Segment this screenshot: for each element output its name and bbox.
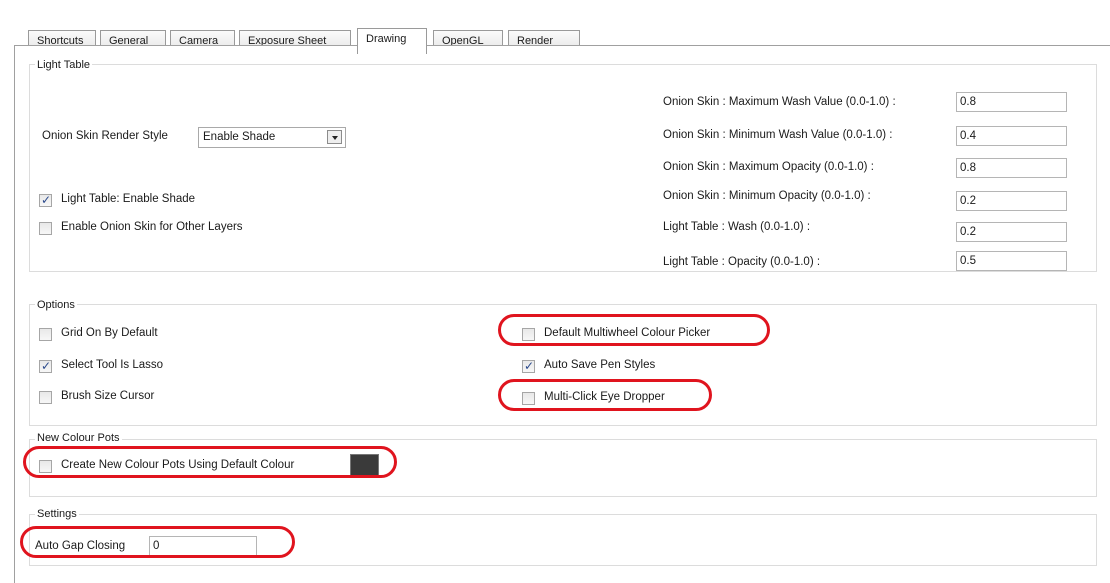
render-style-label: Onion Skin Render Style [42,130,168,142]
enable-shade-label: Light Table: Enable Shade [61,193,196,205]
colour-pots-title: New Colour Pots [35,432,122,444]
select-lasso-checkbox[interactable]: ✓ [39,359,52,373]
max-opacity-input[interactable]: 0.8 [956,158,1067,178]
max-wash-label: Onion Skin : Maximum Wash Value (0.0-1.0… [663,96,896,108]
light-table-group [29,64,1097,272]
tab-drawing[interactable]: Drawing [357,28,427,54]
check-mark-icon: ✓ [41,193,52,207]
highlight-colour-pots [23,446,397,478]
auto-save-pen-checkbox[interactable]: ✓ [522,359,535,373]
brush-size-cursor-checkbox[interactable] [39,391,52,404]
grid-on-checkbox[interactable] [39,328,52,341]
drawing-tab-panel: Light Table Onion Skin Render Style Enab… [14,45,1110,583]
highlight-multiwheel [498,314,770,346]
light-table-title: Light Table [35,59,93,71]
enable-shade-checkbox[interactable]: ✓ [39,193,52,207]
wash-label: Light Table : Wash (0.0-1.0) : [663,221,811,233]
min-wash-input[interactable]: 0.4 [956,126,1067,146]
check-mark-icon: ✓ [41,359,52,373]
render-style-dropdown[interactable]: Enable Shade [198,127,346,148]
max-wash-input[interactable]: 0.8 [956,92,1067,112]
options-title: Options [35,299,77,311]
min-opacity-label: Onion Skin : Minimum Opacity (0.0-1.0) : [663,190,871,202]
opacity-label: Light Table : Opacity (0.0-1.0) : [663,256,821,268]
highlight-auto-gap [20,526,295,558]
brush-size-cursor-label: Brush Size Cursor [61,390,155,402]
grid-on-label: Grid On By Default [61,327,158,339]
max-opacity-label: Onion Skin : Maximum Opacity (0.0-1.0) : [663,161,874,173]
auto-save-pen-label: Auto Save Pen Styles [544,359,656,371]
min-wash-label: Onion Skin : Minimum Wash Value (0.0-1.0… [663,129,893,141]
opacity-input[interactable]: 0.5 [956,251,1067,271]
check-mark-icon: ✓ [524,359,535,373]
onion-other-layers-checkbox[interactable] [39,222,52,235]
highlight-multi-click [498,379,712,411]
select-lasso-label: Select Tool Is Lasso [61,359,164,371]
wash-input[interactable]: 0.2 [956,222,1067,242]
chevron-down-icon[interactable] [327,130,342,144]
render-style-value: Enable Shade [203,131,276,143]
settings-title: Settings [35,508,79,520]
onion-other-layers-label: Enable Onion Skin for Other Layers [61,221,243,233]
min-opacity-input[interactable]: 0.2 [956,191,1067,211]
